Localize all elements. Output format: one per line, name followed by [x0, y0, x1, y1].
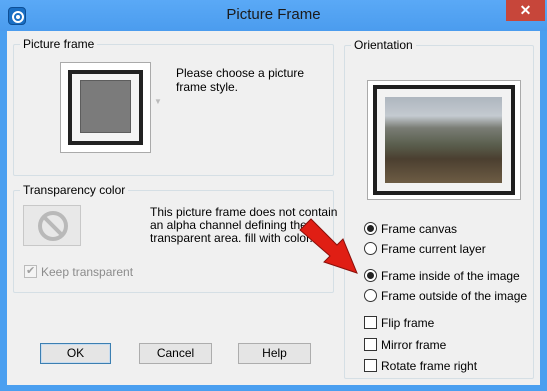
transparency-color-swatch[interactable] — [23, 205, 81, 246]
mirror-frame-checkbox[interactable] — [364, 338, 377, 351]
red-arrow-annotation — [299, 218, 358, 274]
preview-photo — [385, 97, 502, 183]
frame-inside-image-label: Frame inside of the image — [381, 269, 520, 283]
radio-frame-canvas[interactable] — [364, 222, 377, 235]
close-button[interactable]: ✕ — [506, 0, 545, 21]
transparency-group-title: Transparency color — [20, 183, 129, 197]
radio-frame-current-layer[interactable] — [364, 242, 377, 255]
title-bar[interactable]: Picture Frame ✕ — [0, 0, 547, 31]
frame-canvas-label: Frame canvas — [381, 222, 458, 236]
frame-style-selector[interactable] — [60, 62, 151, 153]
radio-frame-outside-image[interactable] — [364, 289, 377, 302]
dropdown-arrow-icon[interactable]: ▼ — [154, 97, 162, 106]
frame-outside-image-label: Frame outside of the image — [381, 289, 528, 303]
mirror-frame-label: Mirror frame — [381, 338, 447, 352]
checkmark-icon: ✔ — [26, 265, 36, 277]
cancel-button[interactable]: Cancel — [139, 343, 212, 364]
ok-button[interactable]: OK — [40, 343, 111, 364]
picture-frame-group-title: Picture frame — [20, 37, 98, 51]
dialog-body: Picture frame ▼ Please choose a picture … — [7, 31, 540, 385]
orientation-preview — [367, 80, 521, 200]
flip-frame-label: Flip frame — [381, 316, 435, 330]
radio-frame-inside-image[interactable] — [364, 269, 377, 282]
rotate-frame-right-label: Rotate frame right — [381, 359, 478, 373]
orientation-group-title: Orientation — [351, 38, 416, 52]
frame-current-layer-label: Frame current layer — [381, 242, 486, 256]
flip-frame-checkbox[interactable] — [364, 316, 377, 329]
keep-transparent-checkbox[interactable]: ✔ — [24, 265, 37, 278]
rotate-frame-right-checkbox[interactable] — [364, 359, 377, 372]
keep-transparent-label: Keep transparent — [41, 265, 134, 279]
no-entry-icon — [38, 211, 68, 241]
help-button[interactable]: Help — [238, 343, 311, 364]
window-title: Picture Frame — [226, 6, 321, 23]
frame-style-prompt: Please choose a picture frame style. — [176, 66, 305, 94]
frame-style-thumbnail — [68, 70, 143, 145]
